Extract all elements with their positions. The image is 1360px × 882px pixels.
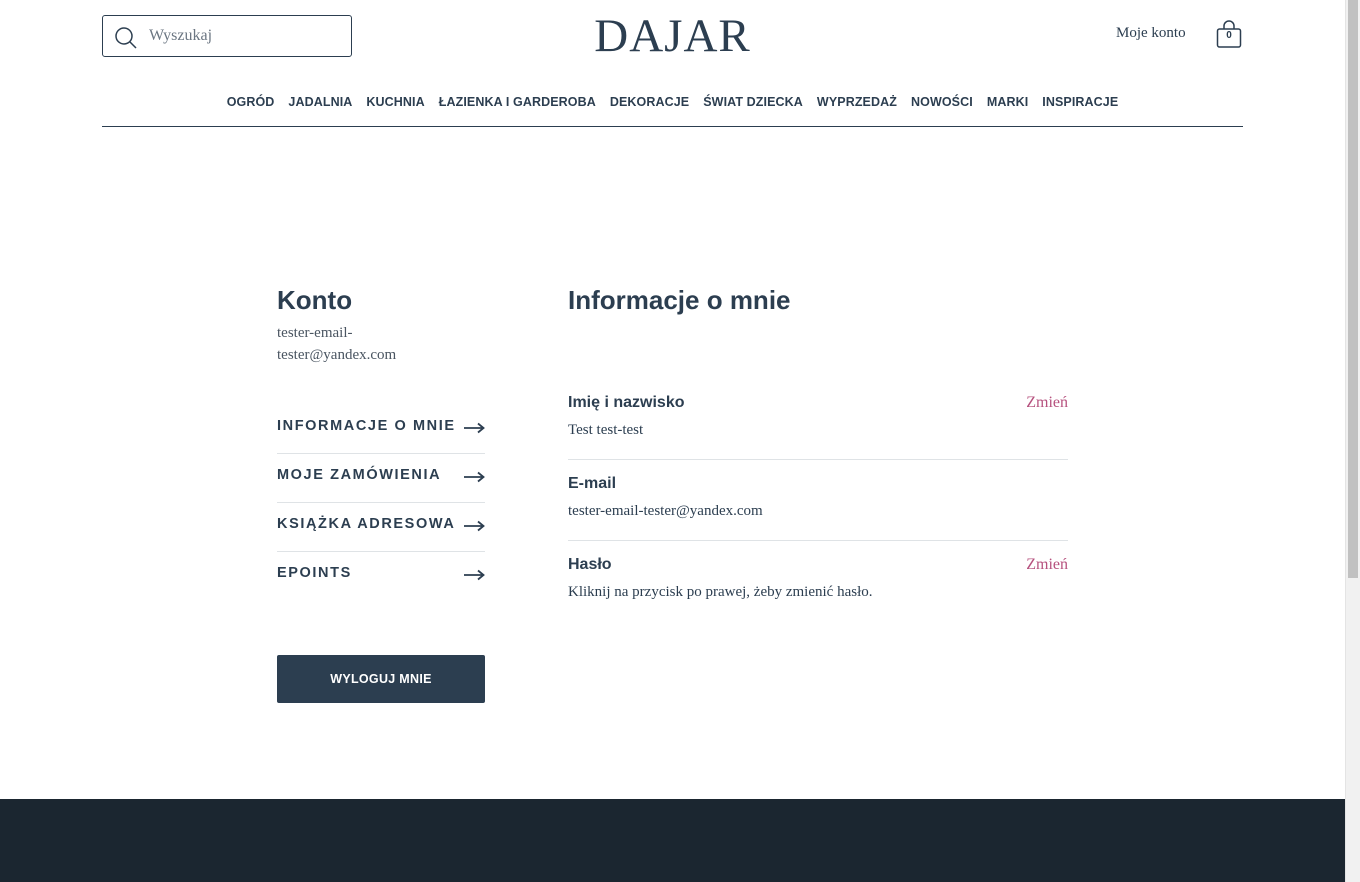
change-name-link[interactable]: Zmień <box>1026 394 1068 412</box>
search-box[interactable] <box>102 15 352 57</box>
search-input[interactable] <box>147 16 342 56</box>
account-menu: INFORMACJE O MNIE MOJE ZAMÓWIENIA KSIĄŻK… <box>277 418 485 601</box>
cart-button[interactable]: 0 <box>1216 20 1242 50</box>
nav-item-inspiracje[interactable]: INSPIRACJE <box>1042 95 1118 109</box>
account-info-section: Informacje o mnie Imię i nazwisko Test t… <box>568 284 1068 622</box>
menu-item-label[interactable]: MOJE ZAMÓWIENIA <box>277 467 441 483</box>
account-email: tester-email- tester@yandex.com <box>277 322 427 366</box>
row-label: Imię i nazwisko <box>568 394 685 411</box>
logo[interactable]: DAJAR <box>573 10 773 62</box>
scrollbar-thumb[interactable] <box>1348 0 1358 578</box>
info-row-name: Imię i nazwisko Test test-test Zmień <box>568 361 1068 460</box>
cart-count-badge: 0 <box>1226 30 1232 41</box>
site-header: DAJAR Moje konto 0 OGRÓD JADALNIA KUCHNI… <box>102 0 1243 127</box>
account-email-line2: tester@yandex.com <box>277 347 397 363</box>
menu-item-moje-zamowienia[interactable]: MOJE ZAMÓWIENIA <box>277 454 485 503</box>
arrow-right-icon <box>464 471 485 483</box>
account-email-line1: tester-email- <box>277 325 353 341</box>
nav-item-marki[interactable]: MARKI <box>987 95 1028 109</box>
page-title: Informacje o mnie <box>568 285 791 315</box>
row-value: Kliknij na przycisk po prawej, żeby zmie… <box>568 584 873 600</box>
nav-item-kuchnia[interactable]: KUCHNIA <box>366 95 424 109</box>
arrow-right-icon <box>464 520 485 532</box>
nav-item-ogrod[interactable]: OGRÓD <box>227 95 275 109</box>
page-scrollbar[interactable] <box>1345 0 1360 882</box>
nav-item-dekoracje[interactable]: DEKORACJE <box>610 95 689 109</box>
menu-item-informacje-o-mnie[interactable]: INFORMACJE O MNIE <box>277 418 485 454</box>
account-sidebar: Konto tester-email- tester@yandex.com IN… <box>277 284 485 703</box>
info-row-password: Hasło Kliknij na przycisk po prawej, żeb… <box>568 541 1068 622</box>
nav-item-swiat-dziecka[interactable]: ŚWIAT DZIECKA <box>703 95 803 109</box>
row-value: Test test-test <box>568 422 644 438</box>
nav-item-wyprzedaz[interactable]: WYPRZEDAŻ <box>817 95 897 109</box>
menu-item-ksiazka-adresowa[interactable]: KSIĄŻKA ADRESOWA <box>277 503 485 552</box>
row-label: E-mail <box>568 475 617 492</box>
arrow-right-icon <box>464 569 485 581</box>
my-account-link[interactable]: Moje konto <box>1116 25 1186 42</box>
row-value: tester-email-tester@yandex.com <box>568 503 763 519</box>
menu-item-epoints[interactable]: EPOINTS <box>277 552 485 601</box>
site-footer <box>0 799 1345 882</box>
main-navigation: OGRÓD JADALNIA KUCHNIA ŁAZIENKA I GARDER… <box>102 95 1243 109</box>
row-label: Hasło <box>568 556 612 573</box>
nav-item-nowosci[interactable]: NOWOŚCI <box>911 95 973 109</box>
info-row-email: E-mail tester-email-tester@yandex.com <box>568 460 1068 541</box>
nav-item-lazienka-i-garderoba[interactable]: ŁAZIENKA I GARDEROBA <box>439 95 596 109</box>
change-password-link[interactable]: Zmień <box>1026 556 1068 574</box>
menu-item-label[interactable]: EPOINTS <box>277 565 352 581</box>
arrow-right-icon <box>464 422 485 434</box>
search-icon[interactable] <box>114 26 138 50</box>
nav-item-jadalnia[interactable]: JADALNIA <box>288 95 352 109</box>
menu-item-label[interactable]: KSIĄŻKA ADRESOWA <box>277 516 455 532</box>
menu-item-label[interactable]: INFORMACJE O MNIE <box>277 418 456 434</box>
sidebar-title: Konto <box>277 285 353 315</box>
logout-button[interactable]: WYLOGUJ MNIE <box>277 655 485 703</box>
